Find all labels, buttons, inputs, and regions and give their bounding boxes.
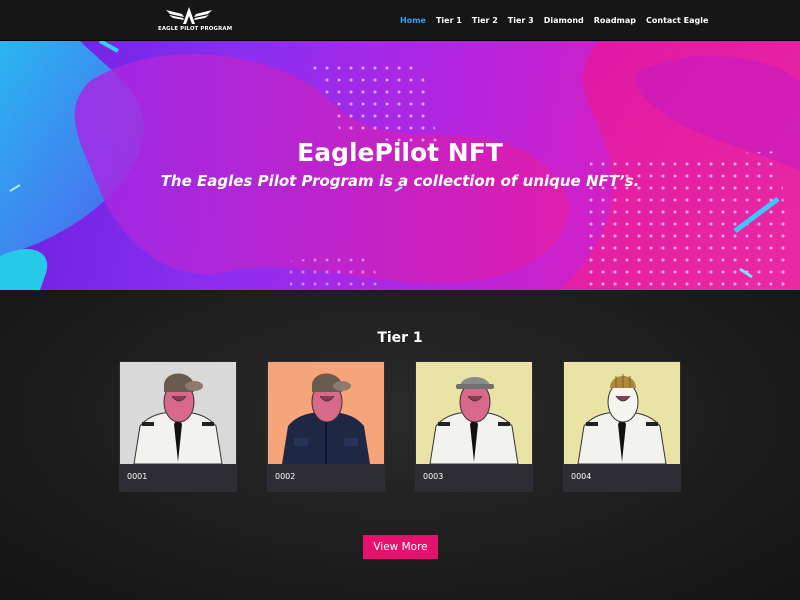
- nft-number: 0001: [127, 472, 148, 481]
- nft-card[interactable]: 0002: [267, 361, 385, 492]
- hero-title: EaglePilot NFT: [297, 138, 503, 167]
- nav-item-contact-eagle[interactable]: Contact Eagle: [646, 15, 708, 27]
- site-logo[interactable]: EAGLE PILOT PROGRAM: [158, 6, 233, 34]
- eagle-wings-icon: [166, 7, 212, 24]
- nft-number: 0003: [423, 472, 444, 481]
- nav-item-roadmap[interactable]: Roadmap: [594, 15, 636, 27]
- top-navbar: EAGLE PILOT PROGRAM Home Tier 1 Tier 2 Tier…: [0, 0, 800, 41]
- nft-number: 0004: [571, 472, 592, 481]
- nav-item-tier-1[interactable]: Tier 1: [436, 15, 462, 27]
- logo-text: EAGLE PILOT PROGRAM: [158, 26, 233, 32]
- tier-title: Tier 1: [377, 330, 423, 346]
- nav-item-tier-2[interactable]: Tier 2: [472, 15, 498, 27]
- nft-image: [564, 362, 680, 464]
- view-more-button[interactable]: View More: [363, 535, 438, 559]
- nav-item-home[interactable]: Home: [400, 15, 426, 27]
- nft-card[interactable]: 0003: [415, 361, 533, 492]
- nft-image: [268, 362, 384, 464]
- tier-section: Tier 1 0001 0002 0003 0004 View More: [0, 290, 800, 600]
- hero-banner: EaglePilot NFT The Eagles Pilot Program …: [0, 41, 800, 290]
- nft-card[interactable]: 0004: [563, 361, 681, 492]
- nft-card[interactable]: 0001: [119, 361, 237, 492]
- nav-item-diamond[interactable]: Diamond: [544, 15, 584, 27]
- nft-image: [120, 362, 236, 464]
- page: EAGLE PILOT PROGRAM Home Tier 1 Tier 2 Tier…: [0, 0, 800, 600]
- nft-image: [416, 362, 532, 464]
- nft-number: 0002: [275, 472, 296, 481]
- hero-subtitle: The Eagles Pilot Program is a collection…: [160, 172, 640, 190]
- main-menu: Home Tier 1 Tier 2 Tier 3 Diamond Roadmap Cont…: [400, 15, 708, 27]
- nav-item-tier-3[interactable]: Tier 3: [508, 15, 534, 27]
